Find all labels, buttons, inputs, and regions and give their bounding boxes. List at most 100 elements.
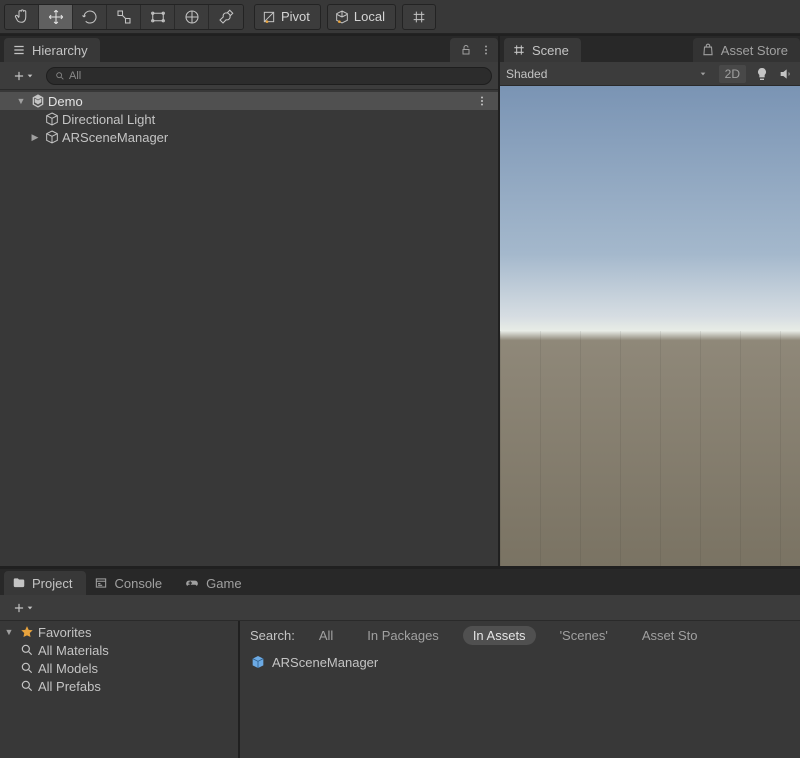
hierarchy-item-label: ARSceneManager	[62, 130, 168, 145]
project-add-button[interactable]	[6, 598, 40, 618]
tab-project[interactable]: Project	[4, 571, 86, 595]
unity-icon	[30, 93, 46, 109]
hierarchy-item[interactable]: ▶ ARSceneManager	[0, 128, 498, 146]
search-icon	[20, 679, 34, 693]
filter-in-assets[interactable]: In Assets	[463, 626, 536, 645]
move-tool-button[interactable]	[39, 4, 73, 30]
chevron-down-icon[interactable]: ▼	[2, 627, 16, 637]
snap-button[interactable]	[402, 4, 436, 30]
gamepad-icon	[184, 576, 200, 590]
add-button[interactable]	[6, 66, 40, 86]
console-icon	[94, 576, 108, 590]
rect-icon	[149, 8, 167, 26]
favorite-item[interactable]: All Prefabs	[0, 677, 238, 695]
ground-grid	[500, 331, 800, 566]
favorites-column: ▼ Favorites All Materials All Models All…	[0, 621, 240, 758]
assets-filter-row: Search: All In Packages In Assets 'Scene…	[240, 621, 800, 649]
hierarchy-icon	[12, 43, 26, 57]
scene-viewport[interactable]	[500, 86, 800, 566]
star-icon	[20, 625, 34, 639]
gameobject-icon	[44, 129, 60, 145]
scene-panel: Scene Asset Store Shaded 2D	[500, 34, 800, 566]
asset-item-label: ARSceneManager	[272, 655, 378, 670]
favorite-item[interactable]: All Materials	[0, 641, 238, 659]
favorite-item[interactable]: All Models	[0, 659, 238, 677]
bottom-tab-row: Project Console Game	[0, 569, 800, 595]
search-icon	[20, 661, 34, 675]
filter-asset-store[interactable]: Asset Sto	[632, 626, 708, 645]
local-toggle-button[interactable]: Local	[327, 4, 396, 30]
console-tab-label: Console	[114, 576, 162, 591]
rotate-tool-button[interactable]	[73, 4, 107, 30]
transform-tool-group	[4, 4, 244, 30]
search-icon	[20, 643, 34, 657]
hierarchy-item-label: Directional Light	[62, 112, 155, 127]
search-placeholder: All	[69, 70, 81, 82]
scene-tab-row: Scene Asset Store	[500, 36, 800, 62]
favorite-item-label: All Models	[38, 661, 98, 676]
assets-list: ARSceneManager	[240, 649, 800, 758]
chevron-right-icon[interactable]: ▶	[28, 132, 42, 143]
scene-header-row[interactable]: ▼ Demo	[0, 92, 498, 110]
asset-item[interactable]: ARSceneManager	[250, 653, 790, 671]
plus-icon	[12, 601, 26, 615]
filter-scenes[interactable]: 'Scenes'	[550, 626, 618, 645]
folder-icon	[12, 576, 26, 590]
lock-icon[interactable]	[460, 44, 472, 56]
hand-icon	[13, 8, 31, 26]
chevron-down-icon	[26, 604, 34, 612]
favorite-item-label: All Materials	[38, 643, 109, 658]
scale-tool-button[interactable]	[107, 4, 141, 30]
favorites-header[interactable]: ▼ Favorites	[0, 623, 238, 641]
scene-toolbar: Shaded 2D	[500, 62, 800, 86]
chevron-down-icon	[26, 72, 34, 80]
pivot-toggle-button[interactable]: Pivot	[254, 4, 321, 30]
shopping-bag-icon	[701, 43, 715, 57]
hand-tool-button[interactable]	[5, 4, 39, 30]
favorite-item-label: All Prefabs	[38, 679, 101, 694]
favorites-label: Favorites	[38, 625, 91, 640]
2d-toggle-button[interactable]: 2D	[719, 65, 746, 83]
rect-tool-button[interactable]	[141, 4, 175, 30]
transform-tool-button[interactable]	[175, 4, 209, 30]
hierarchy-panel: Hierarchy All ▼ Demo	[0, 34, 500, 566]
chevron-down-icon	[699, 70, 707, 78]
scale-icon	[115, 8, 133, 26]
gameobject-icon	[44, 111, 60, 127]
rotate-icon	[81, 8, 99, 26]
custom-tool-button[interactable]	[209, 4, 243, 30]
pivot-label: Pivot	[281, 9, 310, 24]
kebab-icon[interactable]	[476, 95, 488, 107]
tab-hierarchy[interactable]: Hierarchy	[4, 38, 100, 62]
chevron-down-icon[interactable]: ▼	[14, 96, 28, 106]
filter-all[interactable]: All	[309, 626, 343, 645]
scene-grid-icon	[512, 43, 526, 57]
audio-icon[interactable]	[778, 66, 794, 82]
filter-in-packages[interactable]: In Packages	[357, 626, 449, 645]
lightbulb-icon[interactable]	[754, 66, 770, 82]
tab-asset-store[interactable]: Asset Store	[693, 38, 800, 62]
shading-mode-dropdown[interactable]: Shaded	[506, 67, 711, 81]
tab-game[interactable]: Game	[176, 571, 255, 595]
assets-column: Search: All In Packages In Assets 'Scene…	[240, 621, 800, 758]
local-label: Local	[354, 9, 385, 24]
wrench-icon	[217, 8, 235, 26]
cube-icon	[334, 9, 350, 25]
search-label: Search:	[250, 628, 295, 643]
project-tab-label: Project	[32, 576, 72, 591]
hierarchy-tab-label: Hierarchy	[32, 43, 88, 58]
transform-icon	[183, 8, 201, 26]
plus-icon	[12, 69, 26, 83]
search-icon	[55, 71, 65, 81]
scene-name: Demo	[48, 94, 83, 109]
hierarchy-item[interactable]: Directional Light	[0, 110, 498, 128]
kebab-icon[interactable]	[480, 44, 492, 56]
hierarchy-tab-row: Hierarchy	[0, 36, 498, 62]
tab-console[interactable]: Console	[86, 571, 176, 595]
main-area: Hierarchy All ▼ Demo	[0, 34, 800, 566]
hierarchy-tree: ▼ Demo Directional Light ▶ ARSceneManage…	[0, 90, 498, 566]
shading-mode-label: Shaded	[506, 67, 547, 81]
prefab-icon	[250, 654, 266, 670]
tab-scene[interactable]: Scene	[504, 38, 581, 62]
hierarchy-search[interactable]: All	[46, 67, 492, 85]
